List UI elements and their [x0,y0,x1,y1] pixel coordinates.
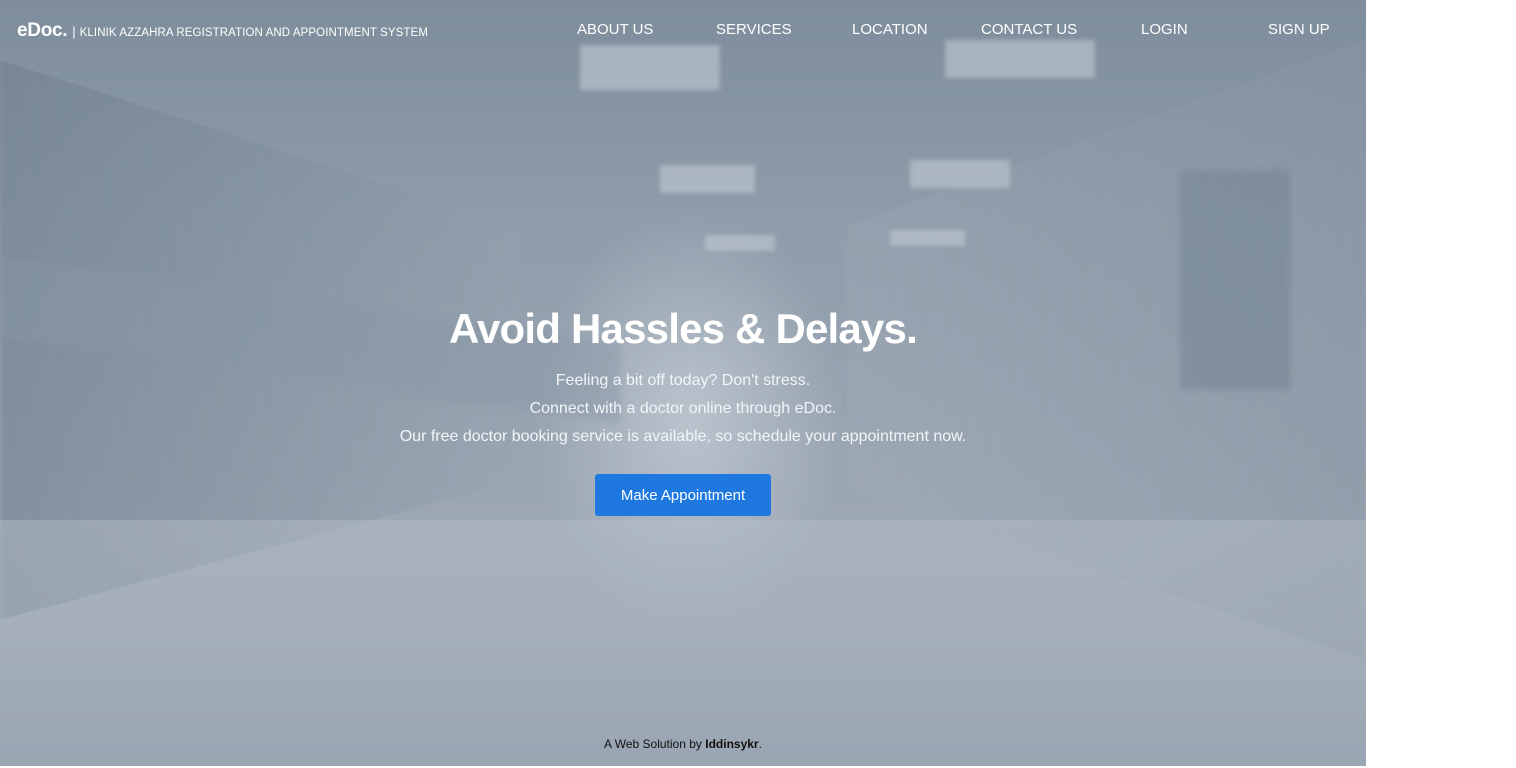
footer-author: Iddinsykr [705,737,759,751]
footer-prefix: A Web Solution by [604,737,706,751]
make-appointment-button[interactable]: Make Appointment [595,474,771,516]
hero-section: eDoc. | KLINIK AZZAHRA REGISTRATION AND … [0,0,1366,766]
brand-logo[interactable]: eDoc. [17,20,68,42]
nav-about-us[interactable]: ABOUT US [577,21,653,38]
brand-tagline: KLINIK AZZAHRA REGISTRATION AND APPOINTM… [79,27,429,39]
nav-services[interactable]: SERVICES [716,21,792,38]
hero-line-1: Feeling a bit off today? Don't stress. [555,372,811,389]
brand-separator: | [72,24,76,39]
hero-line-3: Our free doctor booking service is avail… [399,428,967,445]
brand[interactable]: eDoc. | KLINIK AZZAHRA REGISTRATION AND … [17,20,428,42]
footer-suffix: . [758,737,762,751]
nav-location[interactable]: LOCATION [852,21,928,38]
nav-login[interactable]: LOGIN [1141,21,1188,38]
nav-contact-us[interactable]: CONTACT US [981,21,1077,38]
footer-credit: A Web Solution by Iddinsykr. [0,737,1366,751]
nav-sign-up[interactable]: SIGN UP [1268,21,1330,38]
hero-line-2: Connect with a doctor online through eDo… [529,400,837,417]
hero-headline: Avoid Hassles & Delays. [449,305,918,352]
